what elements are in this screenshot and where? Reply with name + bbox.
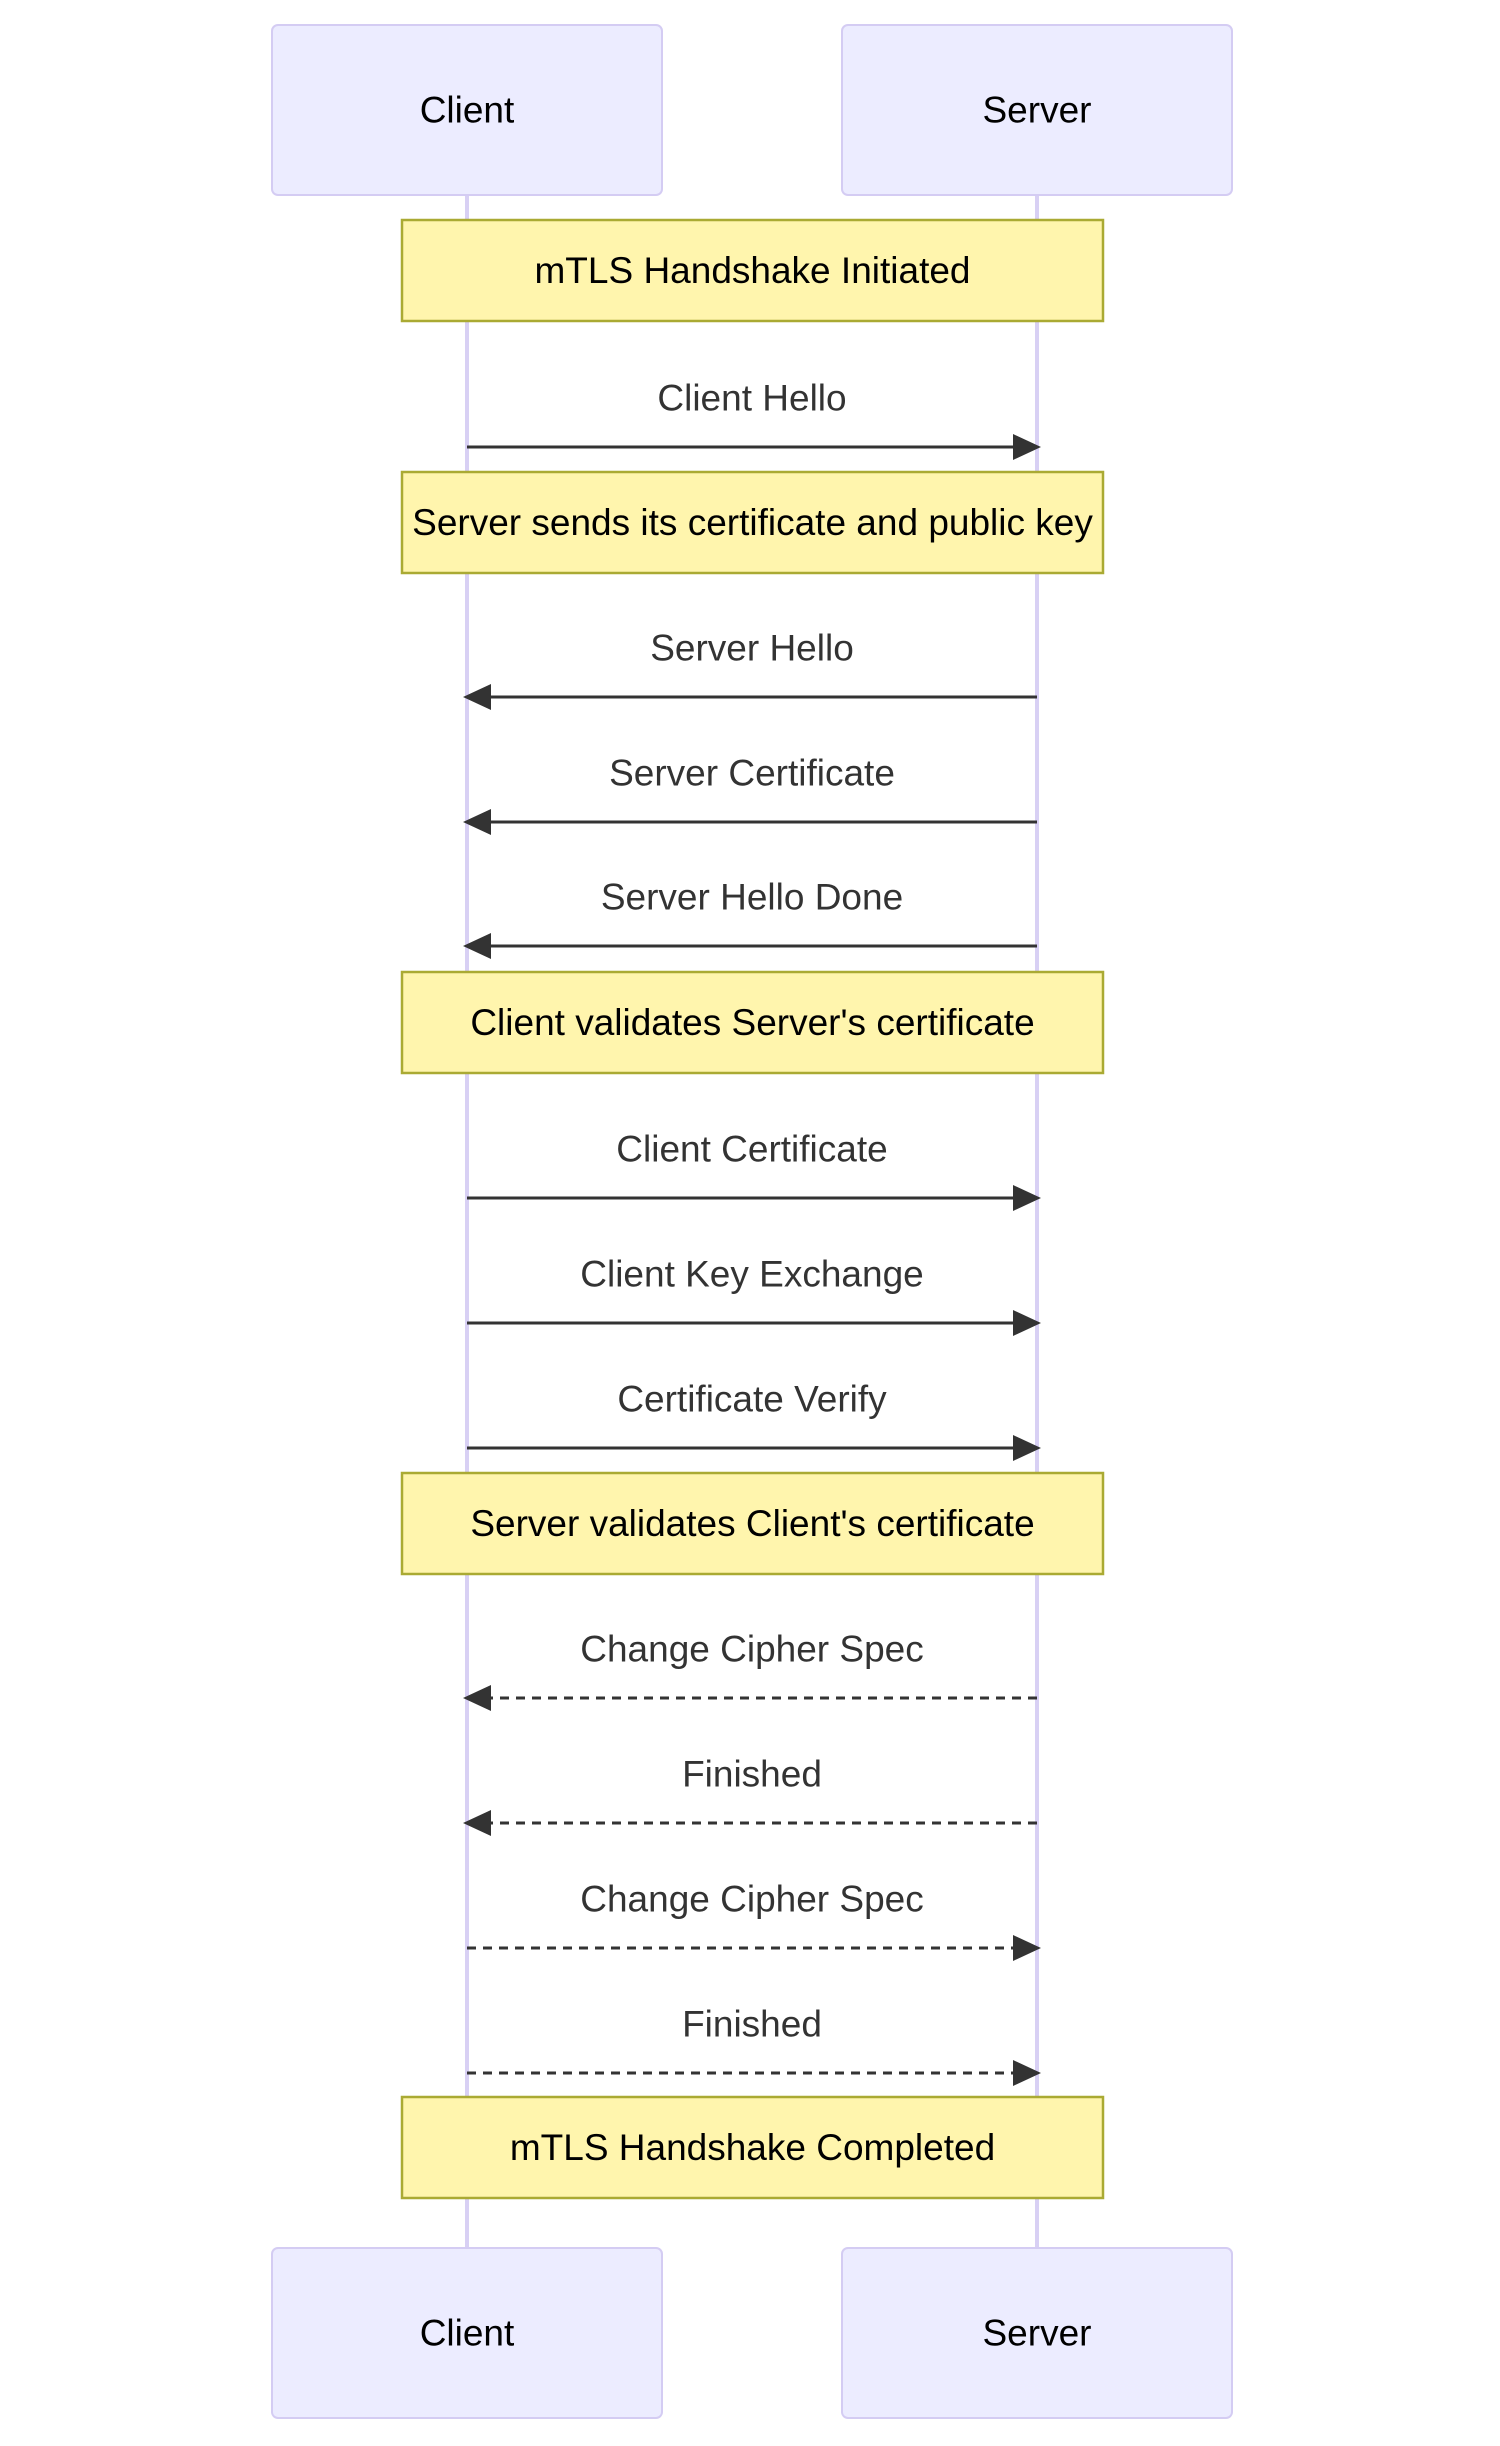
participant-label: Client — [420, 90, 515, 131]
message: Finished — [467, 2004, 1041, 2086]
diagram-steps: mTLS Handshake Initiated Client Hello Serv… — [400, 218, 1105, 2200]
message-label: Finished — [682, 2004, 822, 2045]
note-text: mTLS Handshake Completed — [510, 2127, 995, 2168]
message-label: Finished — [682, 1754, 822, 1795]
participants-top: Client Server — [271, 24, 1233, 196]
message: Finished — [463, 1754, 1037, 1836]
message: Server Certificate — [463, 753, 1037, 835]
message: Server Hello — [463, 628, 1037, 710]
note: mTLS Handshake Initiated — [400, 218, 1105, 323]
message-label: Server Hello Done — [601, 877, 903, 918]
note: Server sends its certificate and public … — [400, 470, 1105, 575]
message: Client Certificate — [467, 1129, 1041, 1211]
note: mTLS Handshake Completed — [400, 2095, 1105, 2200]
participant-label: Server — [983, 90, 1092, 131]
sequence-diagram: Client Server mTLS Handshake Initiated Cli… — [271, 24, 1233, 2419]
participant-server-bottom: Server — [841, 2247, 1233, 2419]
note: Server validates Client's certificate — [400, 1471, 1105, 1576]
message: Change Cipher Spec — [467, 1879, 1041, 1961]
note-text: Client validates Server's certificate — [470, 1002, 1034, 1043]
participant-label: Client — [420, 2313, 515, 2354]
participant-client-top: Client — [271, 24, 663, 196]
participant-client-bottom: Client — [271, 2247, 663, 2419]
note-text: Server validates Client's certificate — [470, 1503, 1034, 1544]
message: Server Hello Done — [463, 877, 1037, 959]
message-label: Change Cipher Spec — [580, 1879, 924, 1920]
participants-bottom: Client Server — [271, 2247, 1233, 2419]
message-label: Change Cipher Spec — [580, 1629, 924, 1670]
message-label: Client Certificate — [616, 1129, 887, 1170]
participant-label: Server — [983, 2313, 1092, 2354]
message: Client Hello — [467, 378, 1041, 460]
note-text: mTLS Handshake Initiated — [534, 250, 970, 291]
message-label: Client Hello — [657, 378, 846, 419]
message: Certificate Verify — [467, 1379, 1041, 1461]
note: Client validates Server's certificate — [400, 970, 1105, 1075]
message-label: Server Certificate — [609, 753, 895, 794]
message-label: Certificate Verify — [617, 1379, 887, 1420]
message-label: Server Hello — [650, 628, 854, 669]
note-text: Server sends its certificate and public … — [412, 502, 1093, 543]
message: Client Key Exchange — [467, 1254, 1041, 1336]
message: Change Cipher Spec — [463, 1629, 1037, 1711]
message-label: Client Key Exchange — [580, 1254, 923, 1295]
participant-server-top: Server — [841, 24, 1233, 196]
